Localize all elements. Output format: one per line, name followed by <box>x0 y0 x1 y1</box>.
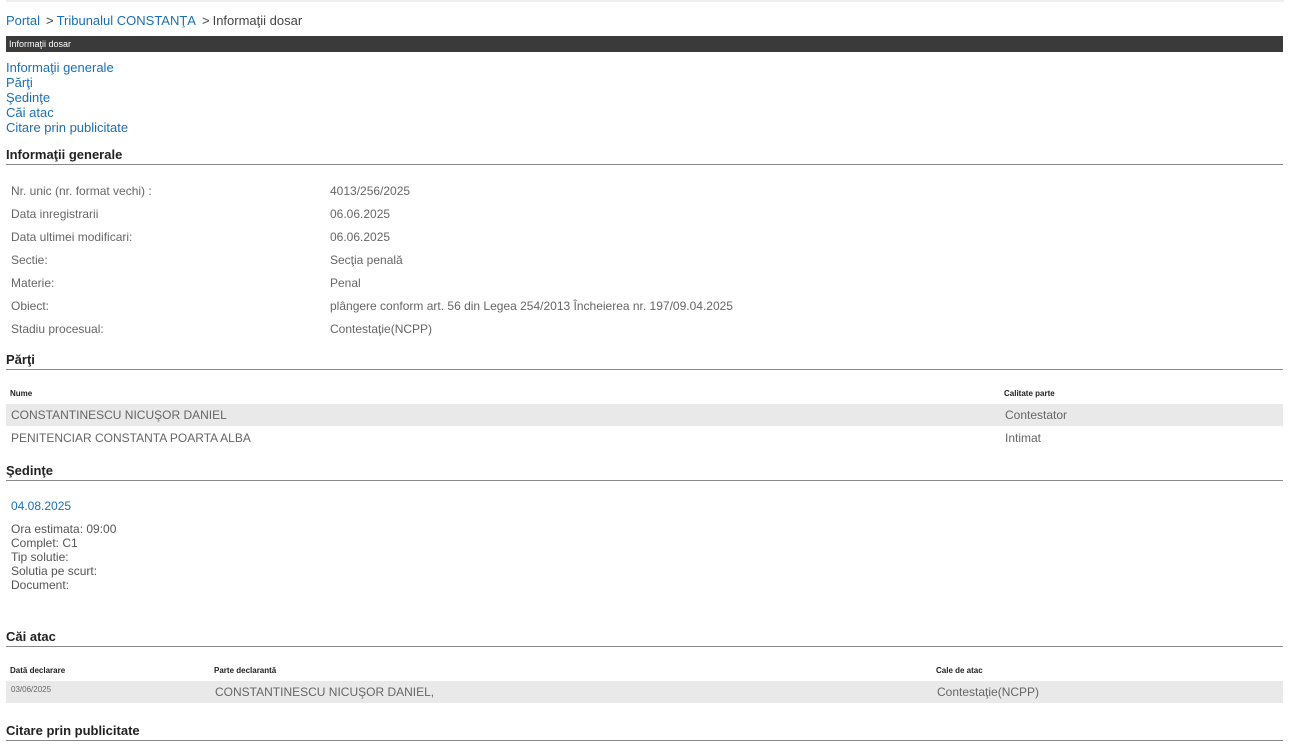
appeal-date: 03/06/2025 <box>11 685 52 694</box>
column-header-party: Parte declarantă <box>214 666 277 675</box>
hearing-details: Ora estimata: 09:00 Complet: C1 Tip solu… <box>11 522 116 592</box>
breadcrumb-separator: > <box>45 13 54 28</box>
nav-link-appeals[interactable]: Căi atac <box>6 105 54 120</box>
info-label: Obiect: <box>11 299 50 313</box>
info-value: Contestaţie(NCPP) <box>330 322 433 336</box>
info-value: 06.06.2025 <box>330 207 391 221</box>
info-value: 06.06.2025 <box>330 230 391 244</box>
nav-link-hearings[interactable]: Şedinţe <box>6 90 50 105</box>
info-label: Nr. unic (nr. format vechi) : <box>11 184 152 198</box>
party-name: PENITENCIAR CONSTANTA POARTA ALBA <box>11 431 251 445</box>
party-role: Intimat <box>1005 431 1042 445</box>
hearing-date: 04.08.2025 <box>11 499 72 513</box>
appeal-party: CONSTANTINESCU NICUŞOR DANIEL, <box>215 685 435 699</box>
column-header-name: Nume <box>10 389 33 398</box>
info-row: Stadiu procesual: Contestaţie(NCPP) <box>11 321 432 337</box>
info-value: 4013/256/2025 <box>330 184 411 198</box>
hearing-solution-type: Tip solutie: <box>11 550 69 564</box>
info-value: plângere conform art. 56 din Legea 254/2… <box>330 299 733 313</box>
info-label: Data inregistrarii <box>11 207 99 221</box>
info-label: Data ultimei modificari: <box>11 230 133 244</box>
info-row: Data inregistrarii 06.06.2025 <box>11 206 390 222</box>
breadcrumb: Portal > Tribunalul CONSTANŢA > Informaţii d… <box>6 13 302 28</box>
hearing-solution-summary: Solutia pe scurt: <box>11 564 98 578</box>
column-header-date: Dată declarare <box>10 666 66 675</box>
table-row: 03/06/2025 CONSTANTINESCU NICUŞOR DANIEL… <box>6 681 1283 703</box>
breadcrumb-link-tribunal[interactable]: Tribunalul CONSTANŢA <box>57 13 196 28</box>
info-row: Sectie: Secţia penală <box>11 252 403 268</box>
nav-link-parties[interactable]: Părţi <box>6 75 33 90</box>
section-heading-hearings: Şedinţe <box>6 463 1283 481</box>
info-label: Sectie: <box>11 253 48 267</box>
info-row: Data ultimei modificari: 06.06.2025 <box>11 229 390 245</box>
info-row: Obiect: plângere conform art. 56 din Leg… <box>11 298 733 314</box>
info-label: Stadiu procesual: <box>11 322 104 336</box>
section-heading-parties: Părţi <box>6 352 1283 370</box>
page-title-bar: Informaţii dosar <box>6 36 1283 52</box>
appeal-type: Contestaţie(NCPP) <box>937 685 1040 699</box>
column-header-role: Calitate parte <box>1004 389 1055 398</box>
section-heading-general: Informaţii generale <box>6 147 1283 165</box>
table-row: PENITENCIAR CONSTANTA POARTA ALBA Intima… <box>6 427 1283 449</box>
top-divider <box>6 0 1284 2</box>
info-row: Materie: Penal <box>11 275 361 291</box>
info-row: Nr. unic (nr. format vechi) : 4013/256/2… <box>11 183 410 199</box>
nav-link-publication[interactable]: Citare prin publicitate <box>6 120 128 135</box>
party-name: CONSTANTINESCU NICUŞOR DANIEL <box>11 408 227 422</box>
breadcrumb-current: Informaţii dosar <box>212 13 303 28</box>
section-heading-publication: Citare prin publicitate <box>6 723 1283 741</box>
hearing-time: Ora estimata: 09:00 <box>11 522 117 536</box>
info-label: Materie: <box>11 276 55 290</box>
hearing-document: Document: <box>11 578 70 592</box>
breadcrumb-link-portal[interactable]: Portal <box>6 13 40 28</box>
party-role: Contestator <box>1005 408 1068 422</box>
nav-link-general[interactable]: Informaţii generale <box>6 60 114 75</box>
section-nav: Informaţii generale Părţi Şedinţe Căi at… <box>6 60 128 135</box>
info-value: Secţia penală <box>330 253 403 267</box>
column-header-appeal-type: Cale de atac <box>936 666 983 675</box>
info-value: Penal <box>330 276 361 290</box>
section-heading-appeals: Căi atac <box>6 629 1283 647</box>
breadcrumb-separator: > <box>201 13 210 28</box>
table-row: CONSTANTINESCU NICUŞOR DANIEL Contestato… <box>6 404 1283 426</box>
hearing-panel: Complet: C1 <box>11 536 78 550</box>
